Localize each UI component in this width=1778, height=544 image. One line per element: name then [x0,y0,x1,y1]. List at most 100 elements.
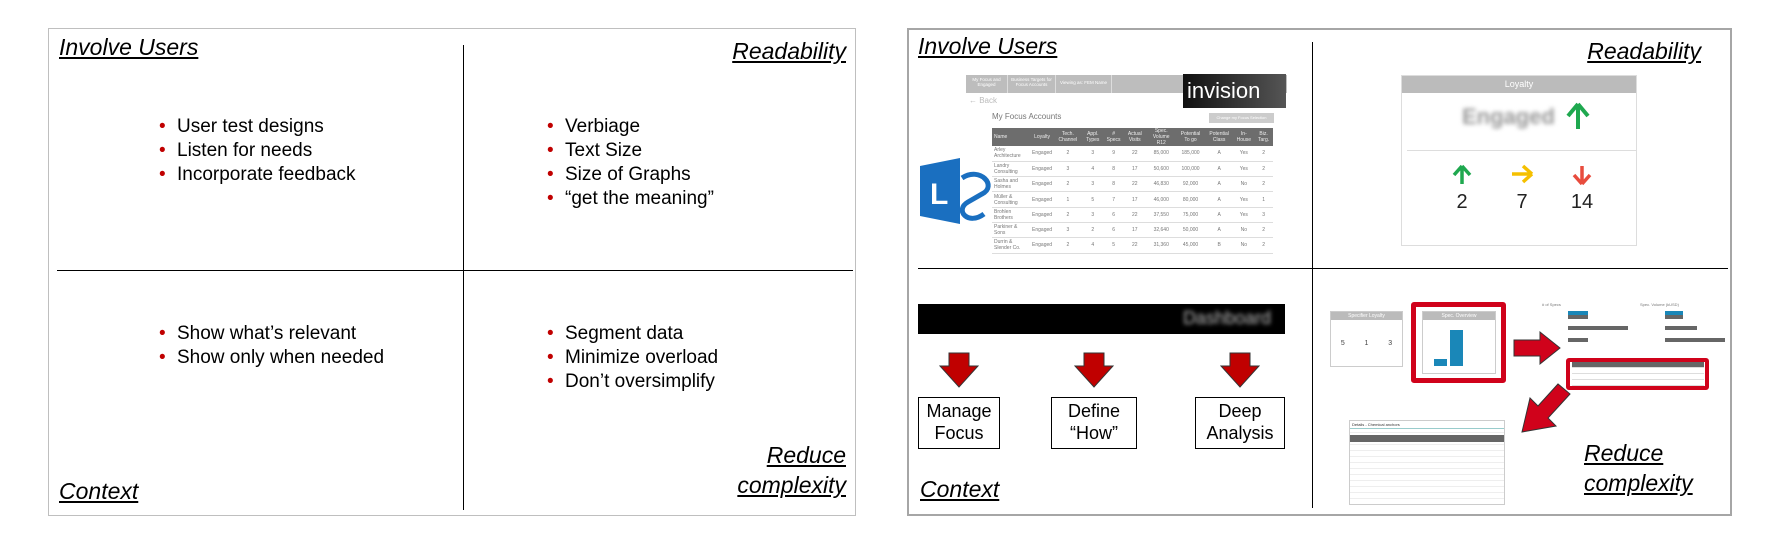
mock-heading: My Focus Accounts [992,112,1062,121]
column-header: Spec. Volume R12 [1146,128,1177,146]
mini-table [1572,362,1704,386]
list-item: Show what’s relevant [159,322,384,346]
table-cell: 17 [1123,161,1147,178]
reduce-complexity-list: Segment data Minimize overload Don’t ove… [547,322,718,394]
table-cell: 1 [1054,191,1082,208]
left-slide [48,28,856,516]
table-cell: 5 [1103,237,1124,254]
table-cell: 6 [1103,222,1124,239]
column-header: Name [992,128,1031,146]
flow-box-line: Define [1067,401,1121,421]
list-item: Don’t oversimplify [547,370,718,394]
chart-title: # of Specs [1542,302,1561,307]
flow-box-line: Deep [1218,401,1262,421]
heading-readability: Readability [732,38,846,64]
table-cell: No [1233,222,1255,239]
table-cell: A [1204,161,1234,178]
table-cell: 2 [1054,237,1082,254]
heading-context: Context [59,478,139,504]
heading-line: complexity [737,472,846,498]
table-cell: A [1204,146,1234,162]
heading-line: Reduce [766,442,846,468]
lync-logo: L [920,156,1000,226]
table-cell: Engaged [1030,161,1055,178]
spec-overview-panel: Spec. Overview [1422,311,1496,374]
list-item: User test designs [159,115,356,139]
loyalty-count: 2 [1442,164,1482,214]
divider-horizontal [918,268,1728,269]
table-cell: 50,600 [1146,161,1177,178]
table-cell: 1 [1254,191,1273,208]
flow-box-line: Manage [926,401,992,421]
flow-box: Deep Analysis [1195,397,1285,449]
table-row: Landry Consulting Engaged 3 4 8 17 50,600 100,0… [992,161,1273,178]
divider-vertical [463,45,464,510]
table-cell: 3 [1081,207,1104,223]
table-cell: 22 [1123,176,1147,193]
nav-tab: My Focus and Engaged [966,75,1008,93]
readability-list: Verbiage Text Size Size of Graphs “get t… [547,115,714,211]
column-header: Loyalty [1030,128,1055,146]
back-link: ← Back [969,96,998,105]
table-row: Brohlen Brothers Engaged 2 3 6 22 37,550 75,000… [992,207,1273,223]
arrow-right-icon [1512,164,1534,184]
chart-bar [1568,338,1588,342]
table-row: Durrin & Slender Co. Engaged 2 4 5 22 31,360 45… [992,237,1273,254]
table-cell: 7 [1103,191,1124,208]
heading-reduce-complexity: Reduce complexity [737,440,846,500]
nav-tab: Viewing as: FEM Name [1056,75,1112,93]
flow-box: Manage Focus [918,397,1000,449]
table-cell: 9 [1103,146,1124,162]
table-cell: Engaged [1030,207,1055,223]
table-cell: 4 [1081,161,1104,178]
heading-involve-users: Involve Users [918,33,1058,59]
arrow-down-left-icon [1521,383,1571,433]
arrow-down-icon [939,352,979,388]
chart-bar [1665,326,1697,330]
table-cell: 2 [1254,161,1273,178]
table-cell: 2 [1254,146,1273,162]
loyalty-count: 7 [1502,164,1542,214]
nav-tab: Business Targets for Focus Accounts [1008,75,1056,93]
table-cell: 17 [1123,191,1147,208]
chart-bar [1665,338,1725,342]
flow-box: Define “How” [1051,397,1137,449]
table-cell: 50,000 [1176,222,1205,239]
table-cell: Yes [1233,207,1255,223]
table-cell: Engaged [1030,176,1055,193]
table-cell: 100,000 [1176,161,1205,178]
count-value: 2 [1456,191,1468,213]
table-cell: Yes [1233,191,1255,208]
chart-title: Spec. Volume (kUSD) [1640,302,1679,307]
table-cell: Engaged [1030,191,1055,208]
divider-horizontal [57,270,853,271]
table-cell: 3 [1054,161,1082,178]
dashboard-nav-bar: Dashboard [918,304,1285,334]
table-row: Arley Architecture Engaged 2 3 9 22 85,000 185,… [992,146,1273,162]
details-dialog: Details - Chemical anchors [1349,420,1505,505]
table-cell: 32,640 [1146,222,1177,239]
table-cell: 2 [1254,222,1273,239]
involve-users-list: User test designs Listen for needs Incor… [159,115,356,187]
dashboard-tab: Dashboard [1182,308,1271,328]
column-header: Appl. Types [1081,128,1104,146]
table-cell: A [1204,176,1234,193]
context-list: Show what’s relevant Show only when need… [159,322,384,370]
table-cell: 37,550 [1146,207,1177,223]
list-item: “get the meaning” [547,187,714,211]
table-cell: No [1233,176,1255,193]
panel-title: Spec. Overview [1423,312,1495,320]
table-cell: 3 [1054,222,1082,239]
table-cell: 8 [1103,161,1124,178]
chart-bar [1568,315,1588,319]
table-cell: No [1233,237,1255,254]
table-cell: 8 [1103,176,1124,193]
heading-line: complexity [1584,470,1693,496]
change-focus-button: Change my Focus Selection [1209,113,1274,123]
table-cell: B [1204,237,1234,254]
table-cell: 17 [1123,222,1147,239]
table-cell: 31,360 [1146,237,1177,254]
panel-divider [1407,150,1637,151]
heading-reduce-complexity: Reduce complexity [1584,438,1693,498]
list-item: Listen for needs [159,139,356,163]
